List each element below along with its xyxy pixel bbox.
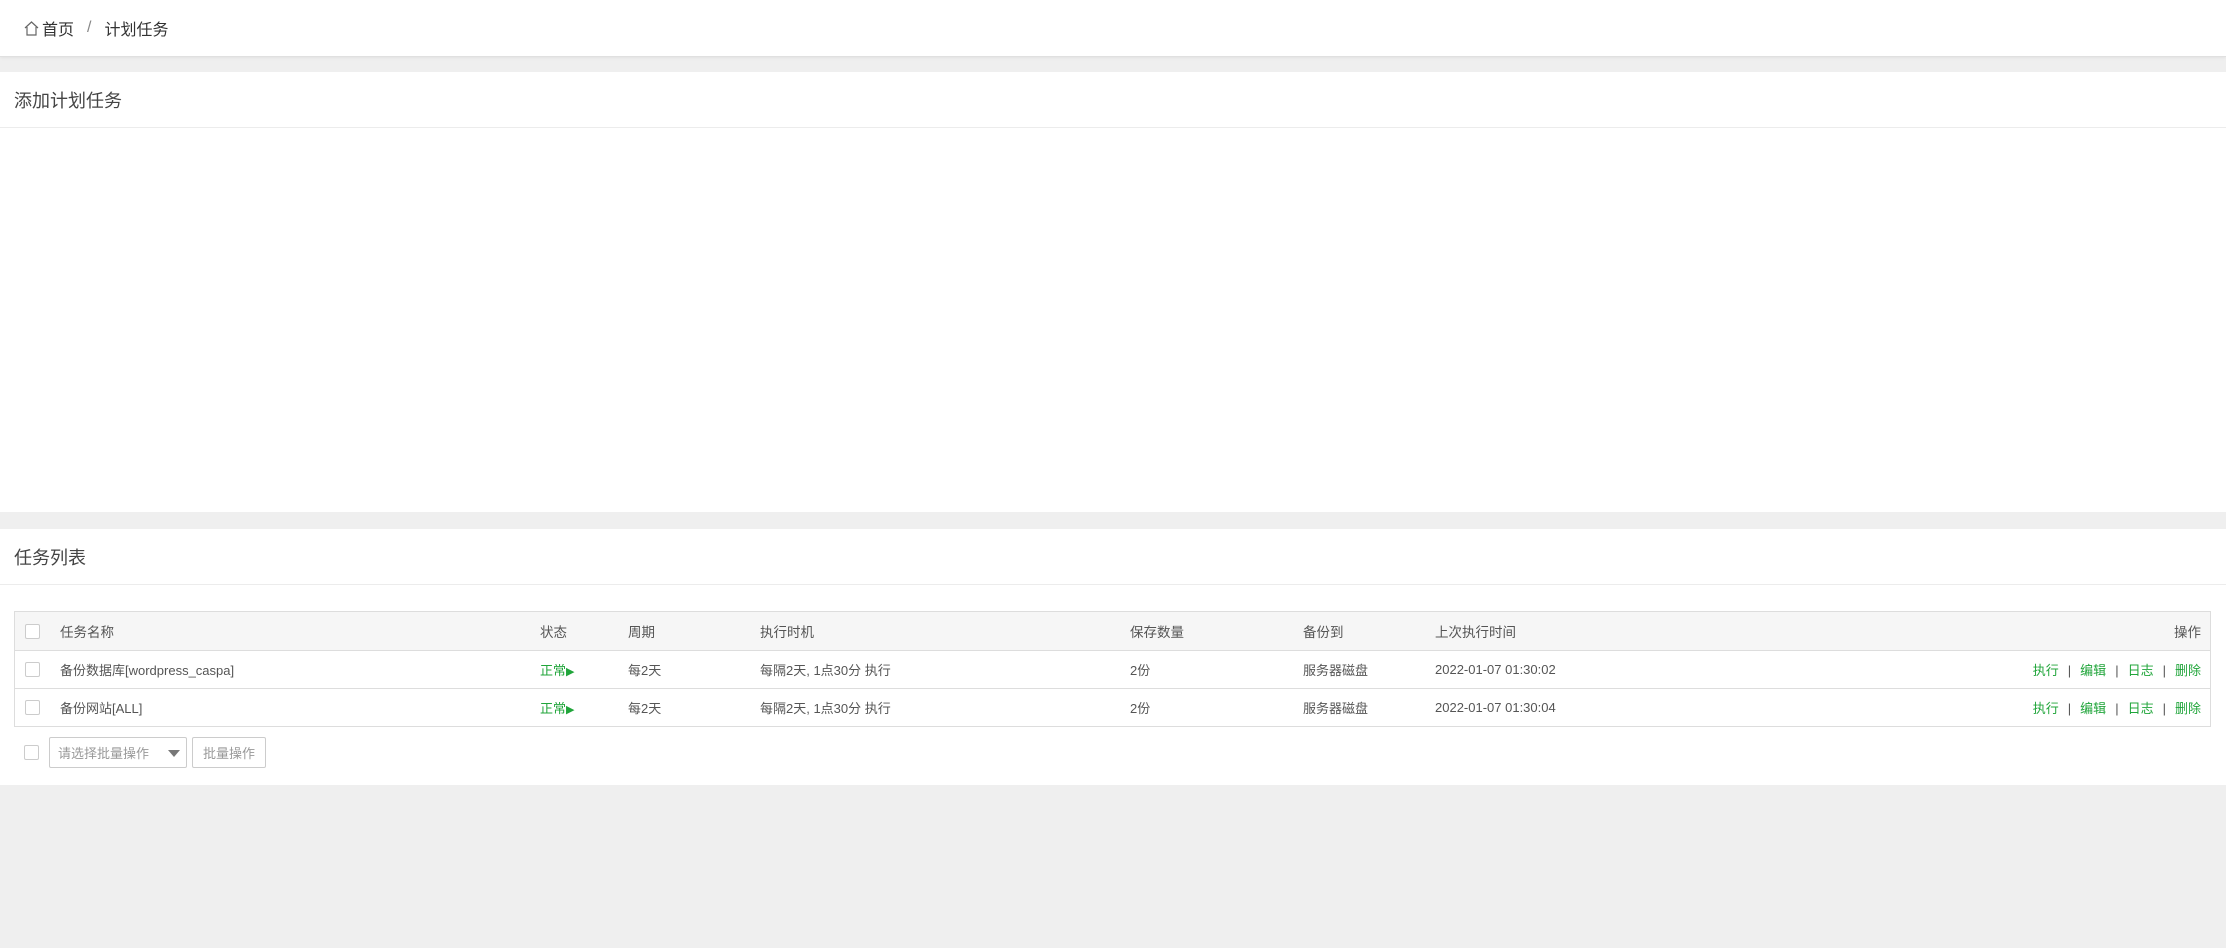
task-name: 备份网站[ALL]	[60, 700, 143, 716]
task-list-title: 任务列表	[0, 529, 2226, 585]
header-keep: 保存数量	[1130, 624, 1184, 640]
batch-bar: 请选择批量操作 批量操作	[14, 736, 267, 768]
breadcrumb-home-link[interactable]: 首页	[42, 16, 74, 40]
task-timing: 每隔2天, 1点30分 执行	[760, 700, 891, 716]
row-checkbox[interactable]	[25, 662, 40, 678]
table-header-row: 任务名称 状态 周期 执行时机 保存数量 备份到 上次执行时间 操作	[15, 612, 2210, 650]
ops-separator: |	[2115, 700, 2119, 716]
task-backup-to: 服务器磁盘	[1303, 700, 1369, 716]
delete-link[interactable]: 删除	[2175, 663, 2201, 678]
home-icon[interactable]	[23, 20, 40, 37]
task-keep: 2份	[1130, 700, 1151, 716]
select-all-checkbox[interactable]	[25, 623, 40, 639]
table-row: 备份网站[ALL] 正常▶ 每2天 每隔2天, 1点30分 执行 2份 服务器磁…	[15, 688, 2210, 726]
ops-separator: |	[2115, 662, 2119, 678]
breadcrumb: 首页 / 计划任务	[0, 0, 2226, 57]
header-backup-to: 备份到	[1303, 624, 1344, 640]
play-icon: ▶	[566, 665, 575, 678]
row-ops: 执行 | 编辑 | 日志 | 删除	[1835, 650, 2210, 688]
row-ops: 执行 | 编辑 | 日志 | 删除	[1835, 688, 2210, 726]
edit-link[interactable]: 编辑	[2080, 701, 2106, 716]
breadcrumb-separator: /	[87, 19, 92, 36]
delete-link[interactable]: 删除	[2175, 701, 2201, 716]
status-toggle[interactable]: 正常▶	[540, 663, 574, 678]
run-link[interactable]: 执行	[2033, 701, 2059, 716]
task-last-run: 2022-01-07 01:30:04	[1435, 699, 1556, 715]
header-task-name[interactable]: 任务名称	[60, 612, 540, 650]
edit-link[interactable]: 编辑	[2080, 663, 2106, 678]
batch-select-checkbox[interactable]	[24, 744, 39, 760]
log-link[interactable]: 日志	[2128, 701, 2154, 716]
batch-select-placeholder: 请选择批量操作	[58, 745, 150, 761]
task-table: 任务名称 状态 周期 执行时机 保存数量 备份到 上次执行时间 操作 备份数据库…	[14, 611, 2211, 727]
breadcrumb-current: 计划任务	[104, 22, 169, 39]
play-icon: ▶	[566, 703, 575, 716]
header-status: 状态	[540, 624, 567, 640]
table-row: 备份数据库[wordpress_caspa] 正常▶ 每2天 每隔2天, 1点3…	[15, 650, 2210, 688]
row-checkbox[interactable]	[25, 700, 40, 716]
run-link[interactable]: 执行	[2033, 663, 2059, 678]
task-cycle: 每2天	[628, 700, 662, 716]
task-list-panel: 任务列表 任务名称 状态 周期 执行时机 保存数量 备份到 上次执行时间 操作	[0, 529, 2226, 785]
status-text: 正常	[540, 700, 567, 716]
chevron-down-icon	[168, 749, 180, 757]
ops-separator: |	[2162, 700, 2166, 716]
task-last-run: 2022-01-07 01:30:02	[1435, 661, 1556, 677]
log-link[interactable]: 日志	[2128, 663, 2154, 678]
task-timing: 每隔2天, 1点30分 执行	[760, 662, 891, 678]
add-task-panel: 添加计划任务	[0, 72, 2226, 512]
task-keep: 2份	[1130, 662, 1151, 678]
header-cycle: 周期	[628, 624, 655, 640]
status-text: 正常	[540, 662, 567, 678]
task-name: 备份数据库[wordpress_caspa]	[60, 662, 235, 678]
ops-separator: |	[2067, 662, 2072, 678]
ops-separator: |	[2067, 700, 2072, 716]
ops-separator: |	[2162, 662, 2166, 678]
task-cycle: 每2天	[628, 662, 662, 678]
task-backup-to: 服务器磁盘	[1303, 662, 1369, 678]
header-ops: 操作	[2174, 624, 2201, 640]
header-last-run: 上次执行时间	[1435, 624, 1516, 640]
batch-action-select[interactable]: 请选择批量操作	[49, 736, 187, 768]
batch-action-button[interactable]: 批量操作	[192, 736, 267, 768]
status-toggle[interactable]: 正常▶	[540, 701, 574, 716]
add-task-title: 添加计划任务	[0, 72, 2226, 128]
header-timing: 执行时机	[760, 624, 814, 640]
